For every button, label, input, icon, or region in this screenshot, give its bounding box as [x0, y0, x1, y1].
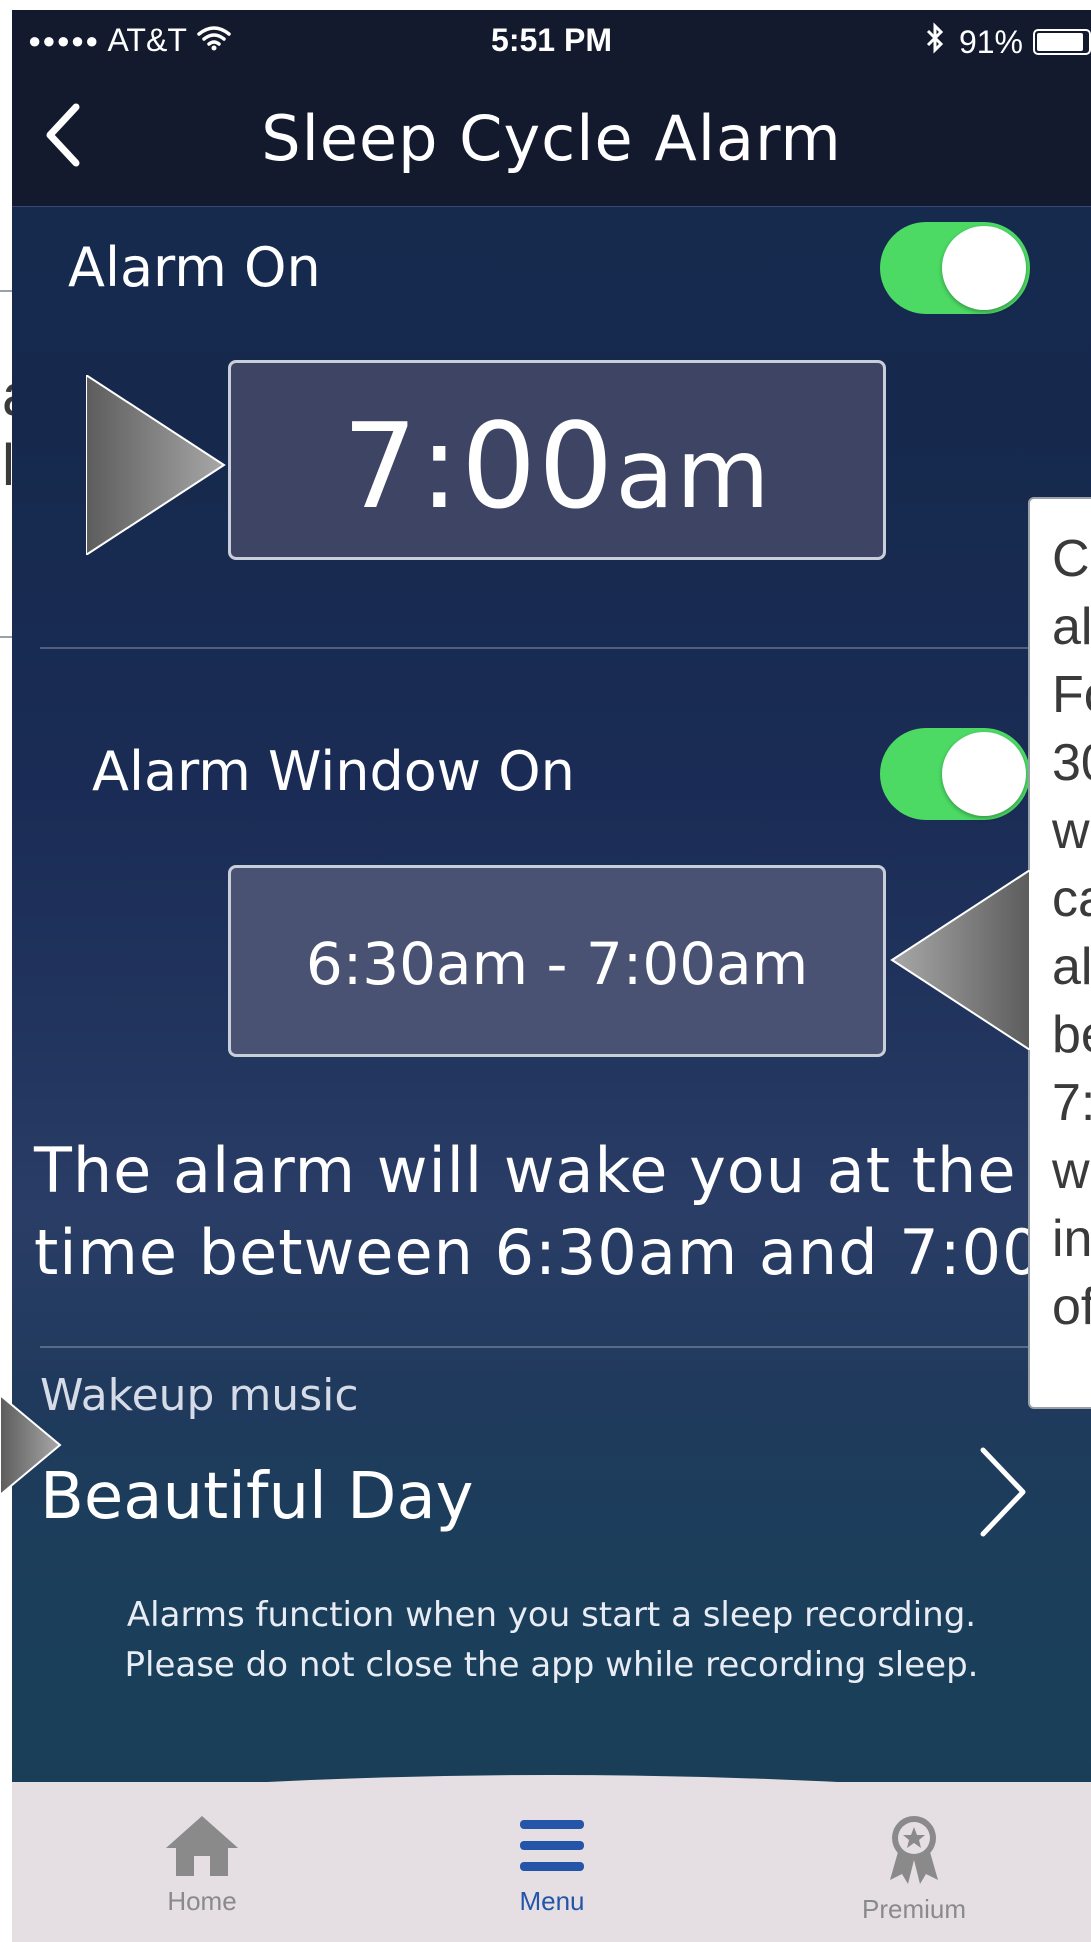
- tab-label: Home: [167, 1886, 237, 1916]
- callout-line: al: [1052, 938, 1091, 996]
- menu-icon: [520, 1820, 584, 1871]
- callout-line: C: [1052, 530, 1090, 588]
- callout-line: 7:: [1052, 1074, 1091, 1132]
- note-line: Alarms function when you start a sleep r…: [126, 1595, 977, 1635]
- alarm-window-toggle[interactable]: [880, 728, 1030, 820]
- alarm-window-label: Alarm Window On: [92, 740, 575, 803]
- callout-arrow-music: [0, 1395, 62, 1495]
- callout-line: in: [1052, 1210, 1091, 1268]
- tab-label: Premium: [861, 1894, 966, 1924]
- chevron-right-icon[interactable]: [973, 1442, 1033, 1542]
- description-line: The alarm will wake you at the optim: [34, 1134, 1091, 1207]
- page-title: Sleep Cycle Alarm: [261, 102, 842, 175]
- section-divider: [40, 1346, 1091, 1348]
- alarm-time-hours: 7:00: [342, 397, 616, 535]
- right-annotation-callout: C al Fo 30 w ca al be 7: w in of: [1028, 497, 1091, 1409]
- alarm-time-suffix: am: [615, 418, 772, 530]
- tab-premium[interactable]: Premium: [814, 1812, 1014, 1925]
- tab-bar: Home Menu Premium: [12, 1782, 1091, 1942]
- callout-arrow-left: [86, 375, 226, 555]
- alarm-time-button[interactable]: 7:00am: [228, 360, 886, 560]
- alarm-on-label: Alarm On: [68, 236, 321, 299]
- alarm-time-value: 7:00am: [231, 397, 883, 535]
- battery-level: [1037, 33, 1083, 51]
- wakeup-music-label: Wakeup music: [40, 1370, 359, 1421]
- award-ribbon-icon: [890, 1816, 938, 1884]
- alarm-description: The alarm will wake you at the optim tim…: [34, 1130, 1091, 1294]
- bluetooth-icon: [925, 22, 945, 62]
- alarm-window-range-value: 6:30am - 7:00am: [305, 930, 809, 998]
- callout-line: ca: [1052, 870, 1091, 928]
- callout-line: Fo: [1052, 666, 1091, 724]
- toggle-knob: [942, 732, 1026, 816]
- status-bar: ●●●●● AT&T 5:51 PM 91%: [12, 10, 1091, 70]
- callout-arrow-right: [890, 870, 1030, 1050]
- tab-label: Menu: [519, 1886, 585, 1916]
- callout-line: w: [1052, 1142, 1090, 1200]
- note-line: Please do not close the app while record…: [124, 1645, 979, 1685]
- battery-icon: [1033, 29, 1091, 55]
- recording-note: Alarms function when you start a sleep r…: [12, 1590, 1091, 1690]
- tab-menu[interactable]: Menu: [452, 1812, 652, 1917]
- callout-line: al: [1052, 598, 1091, 656]
- home-icon: [166, 1816, 238, 1876]
- callout-line: 30: [1052, 734, 1091, 792]
- section-divider: [40, 647, 1091, 649]
- callout-line: w: [1052, 802, 1090, 860]
- alarm-window-range-button[interactable]: 6:30am - 7:00am: [228, 865, 886, 1057]
- callout-line: of: [1052, 1278, 1091, 1336]
- navigation-bar: Sleep Cycle Alarm: [12, 70, 1091, 207]
- description-line: time between 6:30am and 7:00am.: [34, 1216, 1091, 1289]
- callout-line: be: [1052, 1006, 1091, 1064]
- tab-home[interactable]: Home: [102, 1812, 302, 1917]
- wakeup-music-value[interactable]: Beautiful Day: [40, 1460, 474, 1534]
- alarm-on-toggle[interactable]: [880, 222, 1030, 314]
- toggle-knob: [942, 226, 1026, 310]
- battery-percent: 91%: [958, 23, 1023, 60]
